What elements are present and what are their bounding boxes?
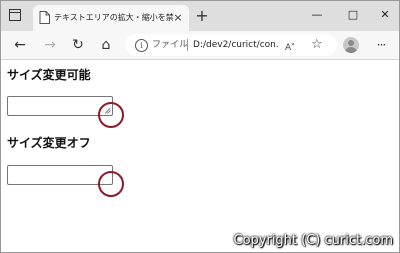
back-button[interactable]: ← [11, 36, 29, 54]
navigation-bar: ← → ↻ ⌂ i ファイル D:/dev2/curict/con... A» … [1, 31, 399, 60]
reload-button[interactable]: ↻ [69, 36, 87, 54]
section-heading-fixed: サイズ変更オフ [7, 136, 91, 150]
home-button[interactable]: ⌂ [97, 36, 115, 54]
forward-button[interactable]: → [41, 36, 59, 54]
address-bar[interactable]: i ファイル D:/dev2/curict/con... A» ☆ [125, 34, 337, 56]
browser-tab[interactable]: テキストエリアの拡大・縮小を禁止 × [33, 5, 189, 31]
page-content: サイズ変更可能 サイズ変更オフ Copyright (C) curict.com [1, 60, 399, 252]
title-bar: テキストエリアの拡大・縮小を禁止 × + — □ ✕ [1, 1, 399, 31]
highlight-circle-fixed [98, 171, 124, 197]
maximize-button[interactable]: □ [343, 6, 363, 24]
tab-close-button[interactable]: × [172, 12, 184, 24]
address-url[interactable]: D:/dev2/curict/con... [193, 38, 279, 52]
close-window-button[interactable]: ✕ [375, 6, 395, 24]
copyright-watermark: Copyright (C) curict.com [233, 233, 394, 248]
read-aloud-icon[interactable]: A» [285, 38, 295, 55]
new-tab-button[interactable]: + [194, 8, 210, 24]
favorites-icon[interactable]: ☆ [311, 36, 323, 54]
highlight-circle-resizable [98, 102, 124, 128]
profile-avatar[interactable] [343, 37, 359, 53]
more-menu-button[interactable]: ··· [373, 36, 389, 54]
minimize-button[interactable]: — [307, 6, 327, 24]
document-icon [39, 11, 50, 24]
section-heading-resizable: サイズ変更可能 [7, 68, 91, 82]
browser-window: テキストエリアの拡大・縮小を禁止 × + — □ ✕ ← → ↻ ⌂ i ファイ… [0, 0, 400, 253]
tab-title: テキストエリアの拡大・縮小を禁止 [54, 13, 174, 22]
info-icon[interactable]: i [135, 39, 148, 52]
address-scheme-label: ファイル [152, 40, 189, 50]
window-menu-icon[interactable] [9, 9, 21, 21]
address-separator [187, 39, 188, 51]
